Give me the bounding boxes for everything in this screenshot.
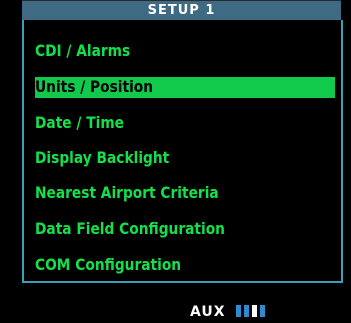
page-title: SETUP 1 (147, 3, 216, 18)
menu-item-data-field-configuration[interactable]: Data Field Configuration (35, 218, 225, 240)
page-title-bar: SETUP 1 (22, 0, 341, 21)
menu-item-display-backlight[interactable]: Display Backlight (35, 147, 169, 169)
page-indicator-box-4 (260, 305, 265, 317)
setup-menu: CDI / Alarms Units / Position Date / Tim… (22, 20, 343, 283)
page-group-label: AUX (190, 304, 226, 320)
menu-item-units-position[interactable]: Units / Position (35, 76, 153, 98)
menu-item-com-configuration[interactable]: COM Configuration (35, 254, 181, 276)
page-indicator-box-1 (236, 305, 241, 317)
page-indicator-box-2 (244, 305, 249, 317)
page-group-bar (0, 297, 351, 323)
page-indicator (236, 305, 265, 317)
menu-item-nearest-airport-criteria[interactable]: Nearest Airport Criteria (35, 182, 219, 204)
page-indicator-box-current (252, 305, 257, 317)
menu-item-cdi-alarms[interactable]: CDI / Alarms (35, 40, 130, 62)
menu-item-date-time[interactable]: Date / Time (35, 112, 124, 134)
